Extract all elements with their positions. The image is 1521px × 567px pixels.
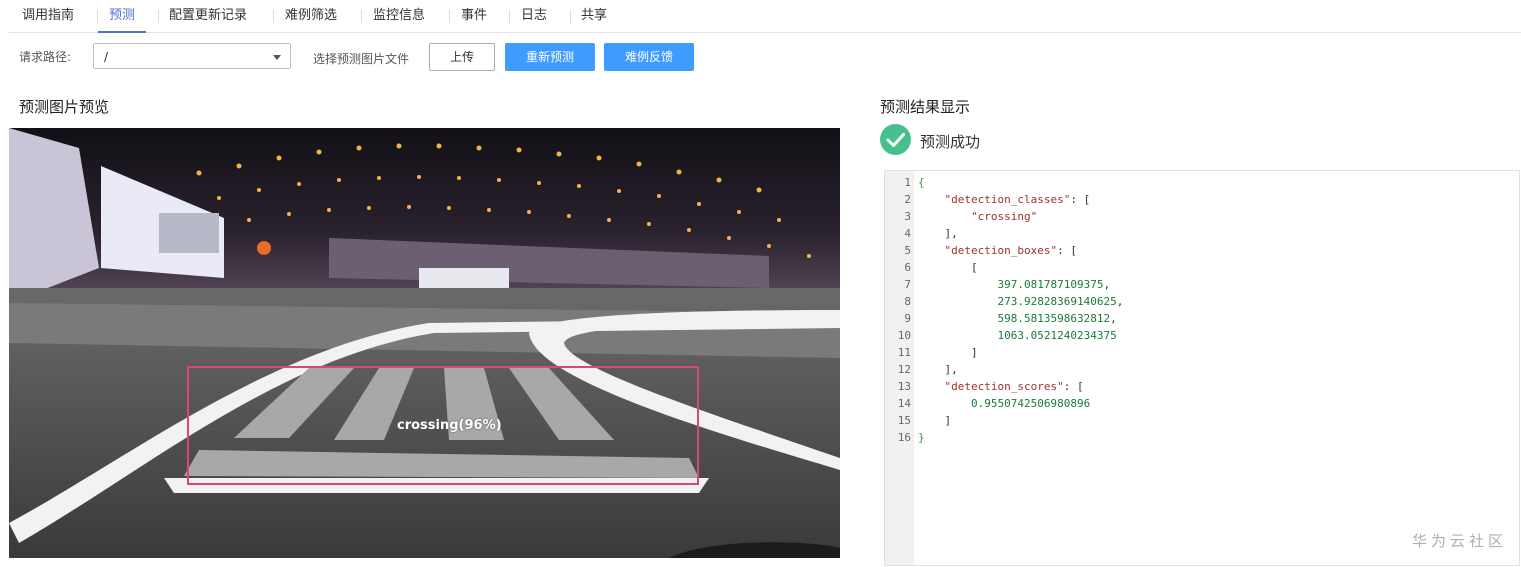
preview-title: 预测图片预览 <box>19 98 110 116</box>
chevron-down-icon <box>273 55 281 60</box>
line-number: 7 <box>904 278 911 291</box>
code-line: ] <box>918 346 978 359</box>
tab-bar: 调用指南 预测 配置更新记录 难例筛选 监控信息 事件 日志 共享 <box>9 0 1521 33</box>
tab-config-history[interactable]: 配置更新记录 <box>169 0 247 32</box>
line-number: 8 <box>904 295 911 308</box>
code-line: 598.5813598632812, <box>997 312 1117 325</box>
code-line: ], <box>918 363 958 376</box>
line-number: 3 <box>904 210 911 223</box>
preview-image: crossing(96%) <box>9 128 840 558</box>
request-path-value: / <box>104 50 109 64</box>
line-number: 12 <box>897 363 911 376</box>
tab-divider <box>570 10 571 23</box>
tab-divider <box>361 10 362 23</box>
code-line: 273.92828369140625, <box>997 295 1124 308</box>
code-line: "detection_classes": [ <box>944 193 1091 206</box>
result-code-viewer[interactable]: 1{2 "detection_classes": [3 "crossing" 4 … <box>884 170 1520 566</box>
code-line: 1063.0521240234375 <box>997 329 1117 342</box>
code-line: 397.081787109375, <box>997 278 1111 291</box>
line-number: 2 <box>904 193 911 206</box>
line-number: 9 <box>904 312 911 325</box>
tab-call-guide[interactable]: 调用指南 <box>22 0 74 32</box>
line-number: 11 <box>897 346 911 359</box>
upload-button[interactable]: 上传 <box>429 43 495 71</box>
code-line: "detection_scores": [ <box>944 380 1084 393</box>
tab-hard-example-filter[interactable]: 难例筛选 <box>285 0 337 32</box>
line-number: 13 <box>897 380 911 393</box>
tab-share[interactable]: 共享 <box>581 0 607 32</box>
code-line: ] <box>918 414 952 427</box>
code-line: "detection_boxes": [ <box>944 244 1077 257</box>
tab-divider <box>509 10 510 23</box>
line-number: 4 <box>904 227 911 240</box>
line-number: 1 <box>904 176 911 189</box>
request-path-select[interactable]: / <box>93 43 291 69</box>
code-line: ], <box>918 227 958 240</box>
tab-monitoring[interactable]: 监控信息 <box>373 0 425 32</box>
watermark: 华为云社区 <box>1411 532 1507 550</box>
line-number: 6 <box>904 261 911 274</box>
tab-divider <box>97 10 98 23</box>
check-icon <box>880 124 911 155</box>
line-number: 16 <box>897 431 911 444</box>
code-line: 0.9550742506980896 <box>970 397 1091 410</box>
code-line: "crossing" <box>970 210 1038 223</box>
result-title: 预测结果显示 <box>880 98 971 116</box>
code-line: { <box>918 176 925 189</box>
hard-example-feedback-button[interactable]: 难例反馈 <box>604 43 694 71</box>
select-file-label: 选择预测图片文件 <box>313 52 410 66</box>
detection-label: crossing(96%) <box>397 418 502 433</box>
tab-logs[interactable]: 日志 <box>521 0 547 32</box>
line-number: 5 <box>904 244 911 257</box>
request-path-label: 请求路径: <box>19 50 72 64</box>
code-line: [ <box>918 261 978 274</box>
line-number: 14 <box>897 397 911 410</box>
tab-events[interactable]: 事件 <box>461 0 487 32</box>
tab-predict[interactable]: 预测 <box>97 0 147 33</box>
line-number: 10 <box>897 329 911 342</box>
tab-divider <box>158 10 159 23</box>
tab-divider <box>449 10 450 23</box>
repredict-button[interactable]: 重新预测 <box>505 43 595 71</box>
tab-divider <box>273 10 274 23</box>
code-line: } <box>918 431 925 444</box>
line-number: 15 <box>897 414 911 427</box>
predict-status: 预测成功 <box>920 133 981 151</box>
